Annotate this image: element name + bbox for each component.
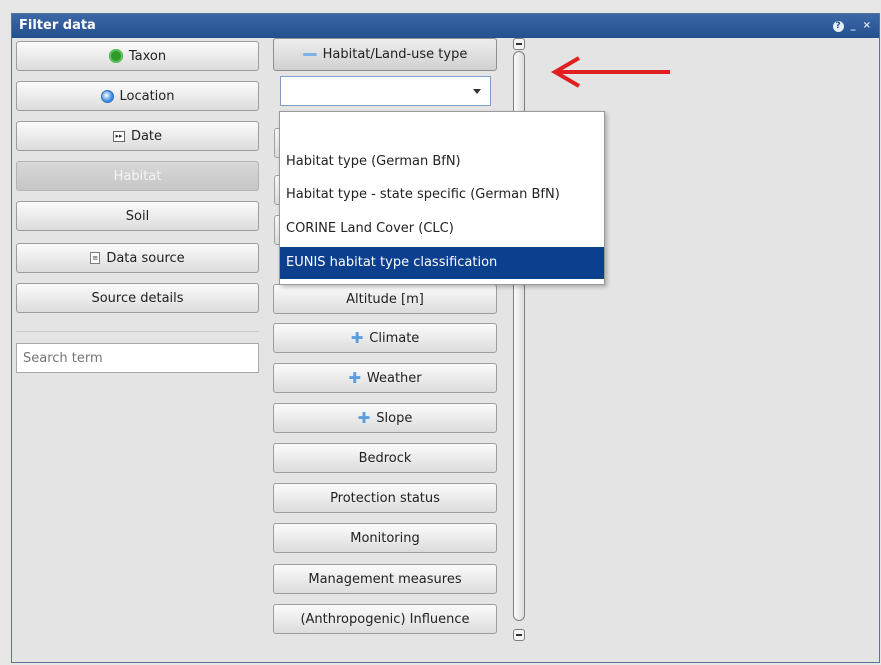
habitat-type-dropdown: Habitat type (German BfN) Habitat type -…: [279, 111, 605, 285]
altitude-button[interactable]: Altitude [m]: [273, 284, 497, 314]
scroll-up-button[interactable]: [513, 38, 525, 50]
gear-icon: [108, 49, 123, 63]
dropdown-option[interactable]: Habitat type (German BfN): [280, 146, 604, 178]
search-input[interactable]: [16, 343, 259, 373]
left-panel-divider: [16, 331, 259, 332]
window-tools: ? _ ×: [832, 14, 871, 38]
monitoring-button-label: Monitoring: [350, 530, 420, 546]
scroll-down-button[interactable]: [513, 629, 525, 641]
chevron-down-icon[interactable]: [473, 89, 481, 94]
expand-plus-icon: ✚: [348, 368, 361, 387]
document-icon: ≡: [90, 252, 101, 264]
monitoring-button[interactable]: Monitoring: [273, 523, 497, 553]
expand-plus-icon: ✚: [357, 408, 371, 427]
climate-button[interactable]: ✚ Climate: [273, 323, 497, 353]
anthropogenic-influence-button[interactable]: (Anthropogenic) Influence: [273, 604, 497, 634]
slope-button-label: Slope: [376, 410, 413, 426]
habitat-type-select[interactable]: [280, 76, 491, 106]
window-title-bar[interactable]: Filter data ? _ ×: [12, 14, 879, 38]
soil-button-label: Soil: [125, 208, 150, 224]
expand-plus-icon: ✚: [350, 328, 364, 347]
close-icon[interactable]: ×: [863, 21, 871, 31]
weather-button[interactable]: ✚ Weather: [273, 363, 497, 393]
location-button[interactable]: Location: [16, 81, 259, 111]
taxon-button-label: Taxon: [128, 48, 167, 64]
taxon-button[interactable]: Taxon: [16, 41, 259, 71]
bedrock-button[interactable]: Bedrock: [273, 443, 497, 473]
location-button-label: Location: [119, 88, 175, 104]
slope-button[interactable]: ✚ Slope: [273, 403, 497, 433]
habitat-land-use-type-button[interactable]: Habitat/Land-use type: [273, 38, 497, 71]
altitude-button-label: Altitude [m]: [346, 291, 424, 307]
climate-button-label: Climate: [369, 330, 420, 346]
soil-button[interactable]: Soil: [16, 201, 259, 231]
source-details-button-label: Source details: [91, 290, 184, 306]
dropdown-option-empty[interactable]: [280, 112, 604, 144]
bedrock-button-label: Bedrock: [358, 450, 412, 466]
management-measures-button[interactable]: Management measures: [273, 564, 497, 594]
calendar-icon: ▸▸: [112, 130, 125, 142]
date-button-label: Date: [130, 128, 163, 144]
anthropogenic-influence-button-label: (Anthropogenic) Influence: [300, 611, 470, 627]
dropdown-option[interactable]: Habitat type - state specific (German Bf…: [280, 179, 604, 211]
data-source-button-label: Data source: [106, 250, 185, 266]
date-button[interactable]: ▸▸ Date: [16, 121, 259, 151]
source-details-button[interactable]: Source details: [16, 283, 259, 313]
protection-status-button[interactable]: Protection status: [273, 483, 497, 513]
minimize-icon[interactable]: _: [851, 21, 856, 31]
weather-button-label: Weather: [366, 370, 422, 386]
help-icon[interactable]: ?: [832, 20, 844, 32]
habitat-button[interactable]: Habitat: [16, 161, 259, 191]
dropdown-option[interactable]: CORINE Land Cover (CLC): [280, 213, 604, 245]
management-measures-button-label: Management measures: [308, 571, 462, 587]
protection-status-button-label: Protection status: [330, 490, 440, 506]
globe-icon: [100, 89, 114, 103]
habitat-land-use-type-label: Habitat/Land-use type: [322, 47, 468, 62]
collapse-dash-icon: [302, 53, 317, 56]
habitat-button-label: Habitat: [113, 168, 162, 184]
data-source-button[interactable]: ≡ Data source: [16, 243, 259, 273]
window-title: Filter data: [19, 18, 96, 33]
dropdown-option-selected[interactable]: EUNIS habitat type classification: [280, 247, 604, 279]
annotation-arrow-icon: [551, 56, 670, 88]
